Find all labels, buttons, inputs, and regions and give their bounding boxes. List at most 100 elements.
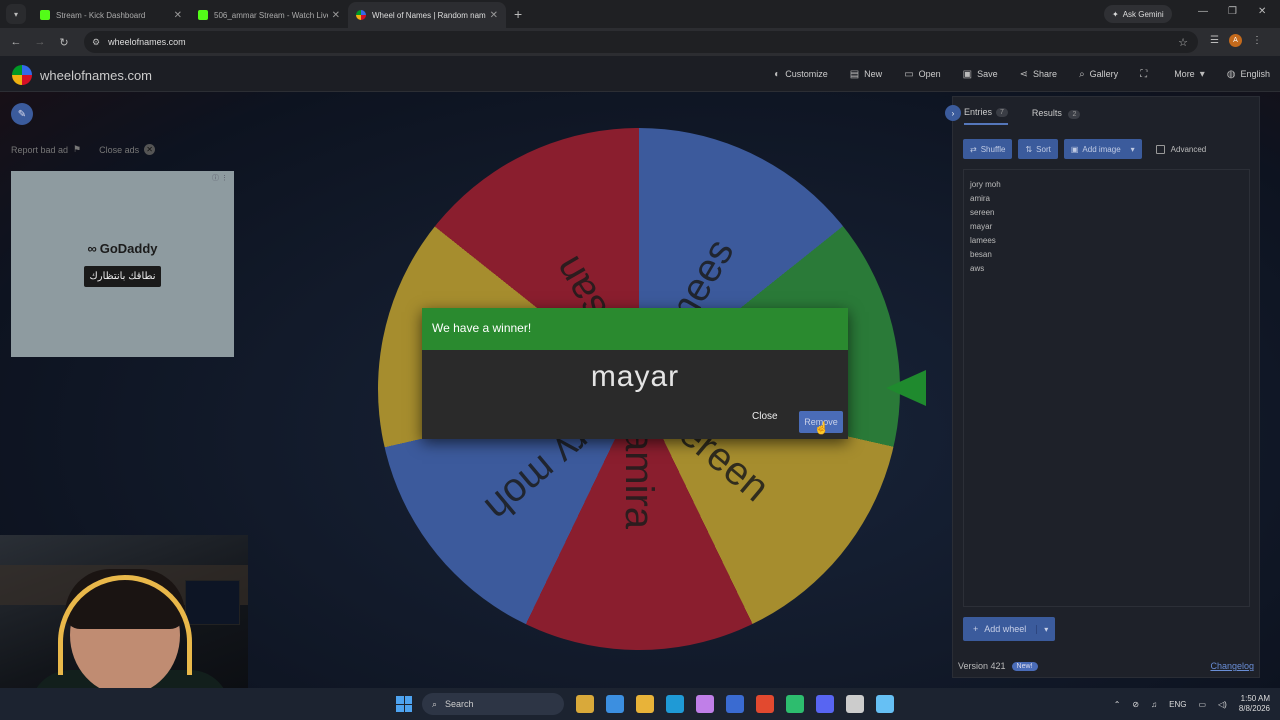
- microphone-icon[interactable]: ♫: [1151, 700, 1157, 709]
- report-bad-ad-label: Report bad ad: [11, 144, 69, 155]
- webcam-background-monitor: [185, 580, 240, 625]
- shuffle-icon: ⇄: [970, 144, 977, 154]
- close-tab-icon[interactable]: ✕: [490, 10, 498, 21]
- close-tab-icon[interactable]: ✕: [332, 10, 340, 21]
- forward-icon[interactable]: →: [28, 36, 52, 48]
- tab-results[interactable]: Results 2: [1032, 108, 1081, 119]
- menu-item-label: Open: [918, 69, 941, 79]
- checkbox-box[interactable]: [1155, 144, 1165, 154]
- ask-gemini-label: Ask Gemini: [1122, 9, 1164, 19]
- advanced-label: Advanced: [1170, 144, 1207, 154]
- menu-item-share[interactable]: ⋖ Share: [1020, 69, 1057, 80]
- new-file-icon: ▤: [849, 68, 860, 80]
- shuffle-button[interactable]: ⇄ Shuffle: [963, 139, 1013, 159]
- results-count-badge: 2: [1068, 109, 1081, 119]
- taskbar-app-icon[interactable]: [846, 695, 864, 713]
- taskbar-app-icon[interactable]: [876, 695, 894, 713]
- ad-cta-button[interactable]: نطاقك بانتظارك: [83, 266, 162, 287]
- entry-line: amira: [970, 194, 991, 203]
- reading-list-icon[interactable]: ☰: [1210, 35, 1219, 46]
- site-info-icon[interactable]: ⚙: [92, 37, 100, 48]
- taskbar-app-icon[interactable]: [606, 695, 624, 713]
- menu-item-open[interactable]: ▭ Open: [904, 69, 940, 80]
- site-menu: ◐ Customize ▤ New ▭ Open ▣ Save ⋖ Share ⌕ Gallery ⛶ M…: [774, 56, 1270, 92]
- site-logo-text: wheelofnames.com: [40, 67, 152, 83]
- ad-info-icon[interactable]: ⓘ ⋮: [212, 173, 228, 183]
- add-image-button[interactable]: ▣ Add image ▾: [1063, 139, 1142, 159]
- taskbar-app-icon[interactable]: [696, 695, 714, 713]
- menu-item-label: New: [864, 69, 883, 79]
- taskbar-app-icon[interactable]: [786, 695, 804, 713]
- reload-icon[interactable]: ↻: [52, 36, 76, 49]
- windows-start-icon[interactable]: [396, 696, 412, 712]
- url-text: wheelofnames.com: [108, 37, 186, 47]
- display-icon[interactable]: ▭: [1198, 700, 1206, 709]
- entry-line: jory moh: [970, 180, 1001, 189]
- close-ads-link[interactable]: Close ads ✕: [99, 144, 156, 155]
- chrome-menu-icon[interactable]: ⋮: [1252, 35, 1262, 46]
- site-logo[interactable]: wheelofnames.com: [12, 65, 152, 85]
- entry-line: sereen: [970, 208, 995, 217]
- tab-search-button[interactable]: ▾: [6, 4, 26, 24]
- menu-item-english[interactable]: ◍ English: [1227, 69, 1270, 80]
- search-icon: ⌕: [1079, 68, 1085, 80]
- menu-item-more[interactable]: More ▾: [1174, 69, 1205, 80]
- taskbar-app-icon[interactable]: [756, 695, 774, 713]
- plus-icon: +: [973, 624, 979, 634]
- tab-title: Stream - Kick Dashboard: [56, 10, 146, 20]
- collapse-panel-icon[interactable]: ›: [945, 105, 961, 121]
- add-wheel-dropdown-icon[interactable]: ▾: [1036, 624, 1055, 634]
- new-tab-icon[interactable]: +: [514, 6, 522, 22]
- godaddy-ad[interactable]: ⓘ ⋮ ∞ GoDaddy نطاقك بانتظارك: [11, 171, 234, 357]
- wheel-segment-label: amira: [617, 429, 661, 530]
- language-indicator[interactable]: ENG: [1169, 700, 1186, 709]
- kick-favicon-icon: [40, 10, 50, 20]
- profile-avatar[interactable]: A: [1228, 34, 1242, 47]
- restore-icon[interactable]: ❐: [1228, 6, 1237, 17]
- ad-links: Report bad ad ⚑ Close ads ✕: [11, 144, 156, 155]
- menu-item-gallery[interactable]: ⌕ Gallery: [1079, 69, 1118, 80]
- report-bad-ad-link[interactable]: Report bad ad ⚑: [11, 144, 81, 155]
- volume-icon[interactable]: ◁): [1218, 700, 1227, 709]
- share-icon: ⋖: [1019, 68, 1029, 80]
- taskbar-app-icon[interactable]: [666, 695, 684, 713]
- advanced-checkbox[interactable]: Advanced: [1155, 144, 1207, 154]
- taskbar-app-icon[interactable]: [636, 695, 654, 713]
- close-tab-icon[interactable]: ✕: [174, 10, 182, 21]
- sort-button[interactable]: ⇅ Sort: [1018, 139, 1058, 159]
- taskbar-app-icon[interactable]: [726, 695, 744, 713]
- bookmark-star-icon[interactable]: ☆: [1178, 36, 1188, 49]
- back-icon[interactable]: ←: [4, 36, 28, 48]
- add-wheel-button[interactable]: + Add wheel ▾: [963, 617, 1056, 641]
- entry-line: besan: [970, 250, 992, 259]
- entries-textarea[interactable]: jory moh amira sereen mayar lamees besan aws: [963, 169, 1250, 607]
- browser-tab-wheel-of-names[interactable]: Wheel of Names | Random name ✕: [348, 2, 506, 28]
- browser-tab-kick-stream[interactable]: 506_ammar Stream - Watch Live ✕: [190, 2, 348, 28]
- menu-item-customize[interactable]: ◐ Customize: [774, 69, 828, 80]
- menu-item-new[interactable]: ▤ New: [850, 69, 882, 80]
- close-button[interactable]: Close: [752, 411, 778, 422]
- ask-gemini-button[interactable]: ✦ Ask Gemini: [1104, 5, 1172, 23]
- taskbar-app-icon[interactable]: [576, 695, 594, 713]
- edit-pen-icon[interactable]: ✎: [11, 103, 33, 125]
- taskbar-search[interactable]: ⌕ Search: [422, 693, 564, 715]
- close-window-icon[interactable]: ✕: [1258, 6, 1266, 17]
- menu-item-fullscreen[interactable]: ⛶: [1140, 69, 1152, 80]
- clock[interactable]: 1:50 AM 8/8/2026: [1239, 694, 1270, 714]
- tray-chevron-icon[interactable]: ⌃: [1114, 700, 1121, 709]
- close-circle-icon: ✕: [144, 144, 156, 155]
- menu-item-save[interactable]: ▣ Save: [963, 69, 998, 80]
- network-icon[interactable]: ⊘: [1132, 700, 1139, 709]
- browser-tab-kick-dashboard[interactable]: Stream - Kick Dashboard ✕: [32, 2, 190, 28]
- globe-icon: ◍: [1226, 68, 1236, 80]
- clock-date: 8/8/2026: [1238, 704, 1270, 713]
- palette-icon: ◐: [774, 68, 781, 80]
- taskbar-app-icon[interactable]: [816, 695, 834, 713]
- browser-tab-bar: ▾ Stream - Kick Dashboard ✕ 506_ammar St…: [0, 0, 1280, 28]
- minimize-icon[interactable]: —: [1198, 6, 1208, 17]
- tab-entries[interactable]: Entries 7: [964, 107, 1008, 125]
- changelog-link[interactable]: Changelog: [1210, 661, 1254, 671]
- menu-item-label: Gallery: [1089, 69, 1119, 79]
- system-tray: ⌃ ⊘ ♫ ENG ▭ ◁) 1:50 AM 8/8/2026: [1114, 688, 1270, 720]
- address-bar[interactable]: ⚙ wheelofnames.com ☆: [84, 31, 1198, 53]
